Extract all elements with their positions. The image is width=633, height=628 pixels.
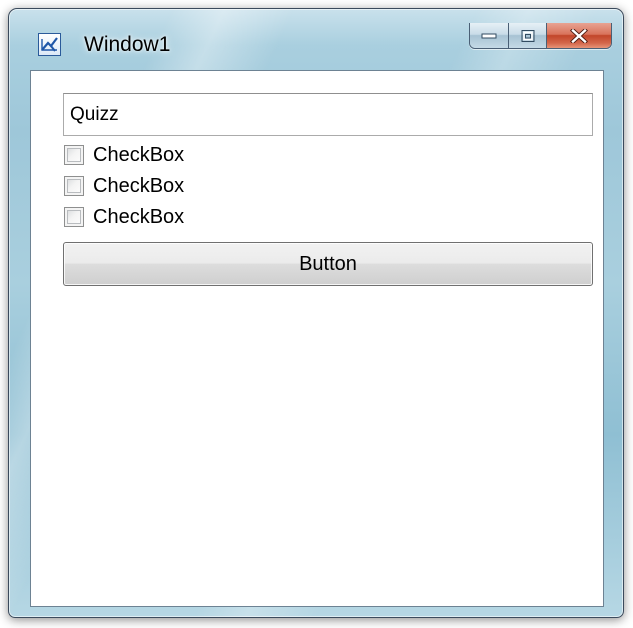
caption-buttons: [469, 23, 612, 49]
minimize-icon: [481, 33, 497, 38]
close-button[interactable]: [547, 23, 611, 48]
maximize-icon: [521, 29, 534, 42]
checkbox-3[interactable]: CheckBox: [64, 202, 184, 232]
window-title: Window1: [84, 33, 171, 56]
quiz-textbox[interactable]: [63, 93, 593, 136]
checkbox-2-label: CheckBox: [93, 175, 185, 197]
checkbox-1-box[interactable]: [64, 145, 84, 165]
client-area: CheckBox CheckBox CheckBox Button: [30, 70, 604, 607]
main-button[interactable]: Button: [63, 242, 593, 286]
maximize-button[interactable]: [509, 23, 547, 48]
minimize-button[interactable]: [470, 23, 509, 48]
close-icon: [570, 28, 588, 43]
wpf-app-icon[interactable]: [38, 33, 61, 56]
window: Window1 Quizz CheckBox CheckBox CheckBox…: [8, 8, 624, 618]
checkbox-2[interactable]: CheckBox: [64, 171, 184, 201]
title-bar[interactable]: Window1: [9, 9, 623, 69]
checkbox-3-label: CheckBox: [93, 206, 185, 228]
checkbox-2-box[interactable]: [64, 176, 84, 196]
checkbox-3-box[interactable]: [64, 207, 84, 227]
checkbox-1-label: CheckBox: [93, 144, 185, 166]
checkbox-1[interactable]: CheckBox: [64, 140, 184, 170]
